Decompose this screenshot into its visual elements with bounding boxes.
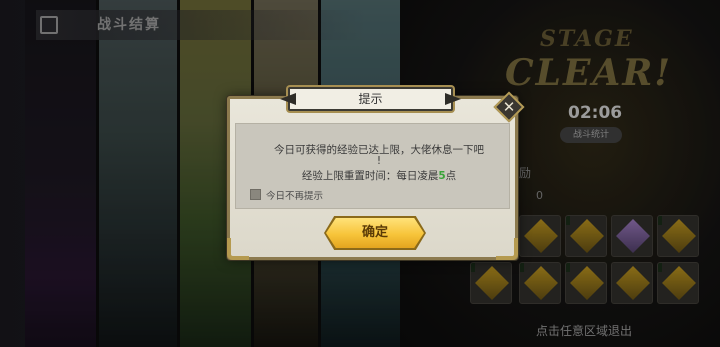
dont-show-today-checkbox[interactable]: [250, 189, 261, 200]
frame-corner: [496, 238, 518, 260]
reset-hour: 5: [438, 170, 446, 182]
message-line: !: [376, 155, 382, 167]
confirm-button[interactable]: 确定: [326, 218, 424, 248]
confirm-label[interactable]: 确定: [326, 218, 424, 248]
dont-show-today-label[interactable]: 今日不再提示: [266, 188, 323, 202]
reset-time-prefix: 经验上限重置时间：每日凌晨: [301, 170, 439, 182]
notice-dialog: 提示 ✕ 今日可获得的经验已达上限，大佬休息一下吧 ! 经验上限重置时间：每日凌…: [227, 87, 525, 260]
message-box: 今日可获得的经验已达上限，大佬休息一下吧 ! 经验上限重置时间：每日凌晨5点 今…: [235, 123, 510, 209]
reset-time-suffix: 点: [445, 170, 457, 182]
frame-corner: [227, 238, 249, 260]
dialog-title: 提示: [358, 92, 383, 106]
close-icon[interactable]: ✕: [500, 98, 518, 116]
message-line: 经验上限重置时间：每日凌晨5点: [244, 168, 514, 183]
dialog-title-plate: 提示: [280, 87, 461, 111]
